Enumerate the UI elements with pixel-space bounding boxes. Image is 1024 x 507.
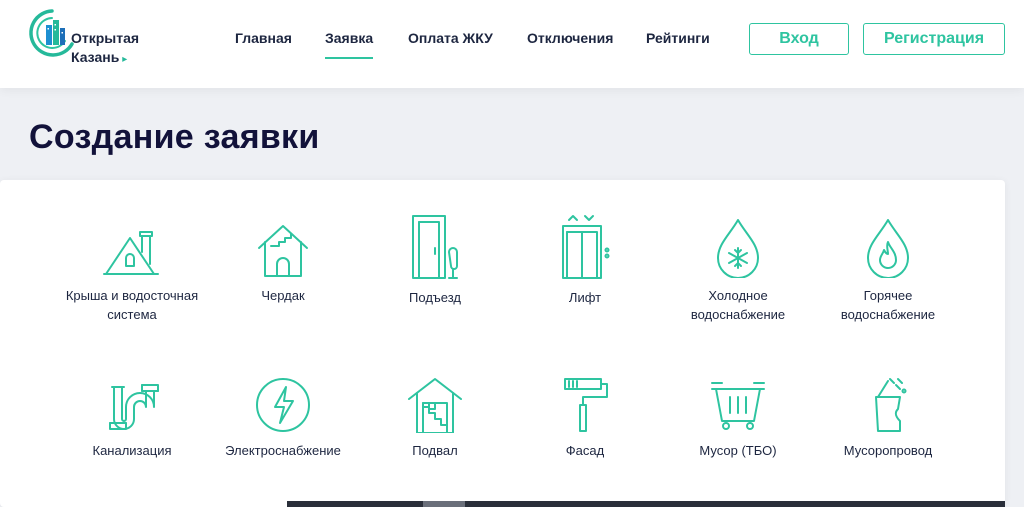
category-label: Мусор (ТБО) bbox=[699, 443, 777, 458]
trash-container-icon bbox=[711, 382, 765, 430]
attic-icon bbox=[258, 225, 308, 277]
category-cold-water[interactable]: Холодное водоснабжение bbox=[663, 218, 813, 324]
category-label: Фасад bbox=[565, 443, 605, 458]
category-roof[interactable]: Крыша и водосточная система bbox=[57, 218, 207, 324]
logo-line-1: Открытая bbox=[71, 30, 140, 46]
category-basement[interactable]: Подвал bbox=[360, 377, 510, 460]
category-label: Горячее водоснабжение bbox=[840, 288, 936, 322]
category-label: Мусоропровод bbox=[843, 443, 933, 458]
category-label: Чердак bbox=[261, 288, 305, 303]
category-sewerage[interactable]: Канализация bbox=[57, 377, 207, 460]
entrance-door-icon bbox=[412, 215, 458, 279]
category-hot-water[interactable]: Горячее водоснабжение bbox=[813, 218, 963, 324]
paint-roller-icon bbox=[564, 378, 608, 432]
nav-item-outages[interactable]: Отключения bbox=[527, 30, 613, 46]
category-label: Подвал bbox=[412, 443, 458, 458]
category-entrance[interactable]: Подъезд bbox=[360, 215, 510, 307]
category-label: Подъезд bbox=[409, 290, 461, 305]
nav-item-ratings[interactable]: Рейтинги bbox=[646, 30, 710, 46]
login-button[interactable]: Вход bbox=[749, 23, 849, 55]
page-title: Создание заявки bbox=[29, 118, 320, 156]
category-label: Электроснабжение bbox=[225, 443, 341, 458]
nav-item-request[interactable]: Заявка bbox=[325, 30, 374, 59]
nav-item-home[interactable]: Главная bbox=[235, 30, 292, 46]
category-trash[interactable]: Мусор (ТБО) bbox=[663, 377, 813, 460]
category-facade[interactable]: Фасад bbox=[510, 377, 660, 460]
logo-text: Открытая Казань ▸ bbox=[71, 29, 139, 69]
site-header: Открытая Казань ▸ Главная Заявка Оплата Ж… bbox=[0, 0, 1024, 88]
basement-icon bbox=[408, 378, 462, 433]
hot-water-icon bbox=[867, 219, 909, 278]
category-garbage-chute[interactable]: Мусоропровод bbox=[813, 377, 963, 460]
category-electricity[interactable]: Электроснабжение bbox=[208, 377, 358, 460]
site-logo[interactable]: Открытая Казань ▸ bbox=[28, 8, 158, 68]
category-label: Лифт bbox=[568, 290, 602, 305]
garbage-chute-icon bbox=[875, 378, 907, 432]
category-elevator[interactable]: Лифт bbox=[510, 215, 660, 307]
nav-item-utility-payment[interactable]: Оплата ЖКУ bbox=[408, 30, 493, 46]
category-label: Канализация bbox=[92, 443, 172, 458]
roof-icon bbox=[103, 231, 159, 275]
category-label: Холодное водоснабжение bbox=[690, 288, 786, 322]
sewerage-pipe-icon bbox=[109, 384, 159, 430]
elevator-icon bbox=[562, 215, 610, 279]
logo-arrow-icon: ▸ bbox=[122, 54, 128, 65]
category-grid: Крыша и водосточная система Чердак Подъез… bbox=[0, 180, 1005, 507]
register-button[interactable]: Регистрация bbox=[863, 23, 1005, 55]
category-attic[interactable]: Чердак bbox=[208, 218, 358, 305]
category-label: Крыша и водосточная система bbox=[65, 288, 199, 322]
scrollbar-thumb[interactable] bbox=[423, 501, 465, 507]
logo-emblem-icon bbox=[29, 9, 74, 57]
horizontal-scrollbar[interactable] bbox=[287, 501, 1005, 507]
lightning-icon bbox=[256, 378, 310, 432]
logo-line-2: Казань bbox=[71, 49, 120, 65]
cold-water-icon bbox=[717, 219, 759, 278]
